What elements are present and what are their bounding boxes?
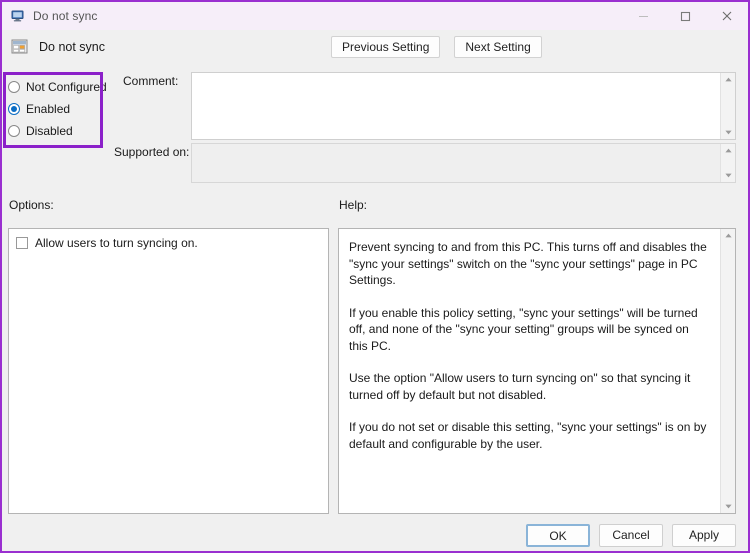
- title-bar: Do not sync: [2, 2, 748, 30]
- supported-on-value: [192, 144, 720, 182]
- allow-users-checkbox[interactable]: [16, 237, 28, 249]
- comment-input[interactable]: [192, 73, 720, 139]
- radio-not-configured-indicator[interactable]: [8, 81, 20, 93]
- allow-users-checkbox-label: Allow users to turn syncing on.: [35, 236, 198, 250]
- apply-button[interactable]: Apply: [672, 524, 736, 547]
- scroll-up-icon[interactable]: [721, 144, 736, 157]
- cancel-button[interactable]: Cancel: [599, 524, 663, 547]
- radio-disabled-label: Disabled: [26, 124, 73, 138]
- group-policy-setting-dialog: Do not sync Do not sync Previous Setting…: [0, 0, 750, 553]
- supported-on-scrollbar[interactable]: [720, 144, 735, 182]
- policy-setting-icon: [11, 39, 29, 55]
- minimize-icon[interactable]: [622, 2, 664, 30]
- policy-name: Do not sync: [39, 40, 106, 54]
- dialog-footer: OK Cancel Apply: [2, 518, 748, 551]
- policy-state-group: Not Configured Enabled Disabled: [8, 76, 107, 142]
- radio-not-configured-label: Not Configured: [26, 80, 107, 94]
- radio-not-configured[interactable]: Not Configured: [8, 76, 107, 98]
- ok-button[interactable]: OK: [526, 524, 590, 547]
- options-panel: Allow users to turn syncing on.: [8, 228, 329, 514]
- help-paragraph: If you enable this policy setting, "sync…: [349, 305, 698, 353]
- comment-scrollbar[interactable]: [720, 73, 735, 139]
- help-paragraph: Prevent syncing to and from this PC. Thi…: [349, 240, 707, 287]
- comment-label: Comment:: [123, 74, 179, 88]
- setting-navigation: Previous Setting Next Setting: [331, 36, 542, 58]
- scroll-down-icon[interactable]: [721, 500, 736, 513]
- help-paragraph: If you do not set or disable this settin…: [349, 420, 707, 451]
- help-paragraph: Use the option "Allow users to turn sync…: [349, 371, 691, 402]
- scroll-down-icon[interactable]: [721, 126, 736, 139]
- help-text-body: Prevent syncing to and from this PC. Thi…: [339, 229, 720, 513]
- scroll-up-icon[interactable]: [721, 229, 736, 242]
- supported-on-field: [191, 143, 736, 183]
- scroll-up-icon[interactable]: [721, 73, 736, 86]
- radio-disabled-indicator[interactable]: [8, 125, 20, 137]
- help-panel: Prevent syncing to and from this PC. Thi…: [338, 228, 736, 514]
- next-setting-button[interactable]: Next Setting: [454, 36, 542, 58]
- supported-on-label: Supported on:: [114, 145, 190, 159]
- close-icon[interactable]: [706, 2, 748, 30]
- computer-monitor-icon: [10, 8, 26, 24]
- window-controls: [622, 2, 748, 30]
- footer-buttons: OK Cancel Apply: [526, 524, 736, 547]
- radio-enabled[interactable]: Enabled: [8, 98, 98, 120]
- radio-disabled[interactable]: Disabled: [8, 120, 98, 142]
- window-title: Do not sync: [33, 9, 98, 23]
- scroll-down-icon[interactable]: [721, 169, 736, 182]
- options-section-label: Options:: [9, 198, 54, 212]
- allow-users-checkbox-row[interactable]: Allow users to turn syncing on.: [9, 229, 328, 250]
- radio-enabled-indicator[interactable]: [8, 103, 20, 115]
- previous-setting-button[interactable]: Previous Setting: [331, 36, 441, 58]
- help-scrollbar[interactable]: [720, 229, 735, 513]
- policy-header: Do not sync Previous Setting Next Settin…: [2, 30, 748, 64]
- maximize-icon[interactable]: [664, 2, 706, 30]
- comment-field[interactable]: [191, 72, 736, 140]
- radio-enabled-label: Enabled: [26, 102, 71, 116]
- help-section-label: Help:: [339, 198, 368, 212]
